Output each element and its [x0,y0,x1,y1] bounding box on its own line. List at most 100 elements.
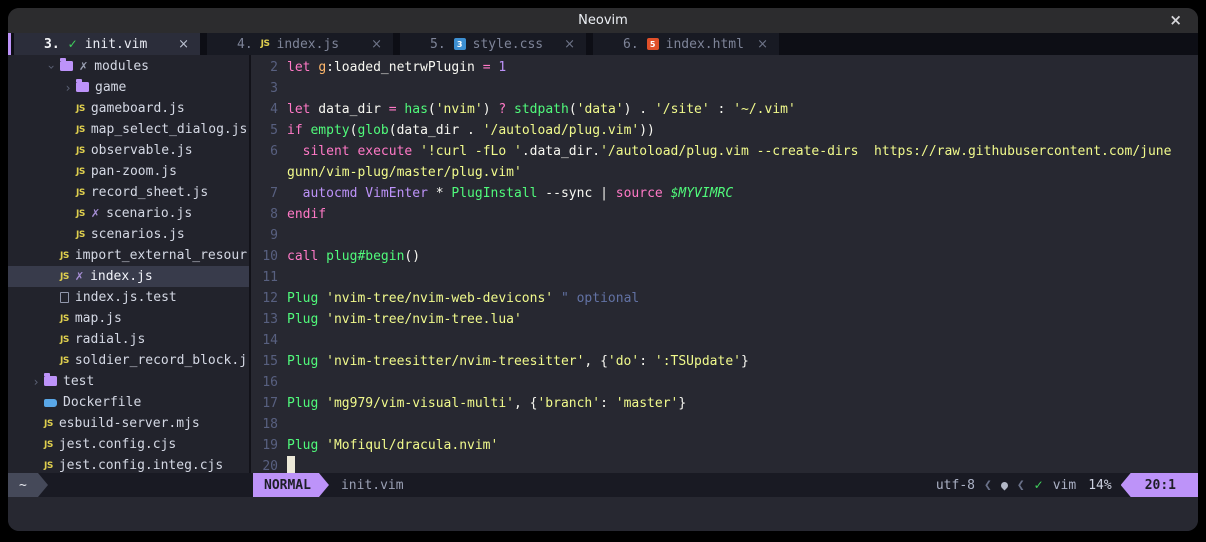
status-bar: ~ NORMAL init.vim utf-8 ❮ ❮ ✓ vim 14% 20… [8,473,1198,497]
javascript-file-icon: JS [76,146,85,156]
tab-close-icon[interactable]: × [564,37,575,52]
javascript-file-icon: JS [60,356,69,366]
tree-item-label: scenario.js [106,206,192,221]
chevron-right-icon[interactable]: › [60,81,76,95]
code-line-20[interactable]: 20 [251,456,1198,473]
tree-status-tilde: ~ [8,473,48,497]
tab-close-icon[interactable]: × [371,37,382,52]
code-line-12[interactable]: 12Plug 'nvim-tree/nvim-web-devicons' " o… [251,288,1198,309]
tree-item-record_sheet.js[interactable]: JSrecord_sheet.js [8,182,249,203]
line-number: 19 [251,435,287,456]
tree-item-label: modules [94,59,149,74]
code-line-19[interactable]: 19Plug 'Mofiqul/dracula.nvim' [251,435,1198,456]
tab-index.js[interactable]: 4.JSindex.js× [207,33,393,55]
code-editor[interactable]: 2let g:loaded_netrwPlugin = 134let data_… [251,55,1198,473]
code-line-18[interactable]: 18 [251,414,1198,435]
tree-item-test[interactable]: ›test [8,371,249,392]
code-text [287,267,1198,288]
tree-item-Dockerfile[interactable]: Dockerfile [8,392,249,413]
javascript-file-icon: JS [76,125,85,135]
statusline-filename: init.vim [341,473,404,497]
code-text [287,225,1198,246]
chevron-right-icon[interactable]: › [28,375,44,389]
code-line-2[interactable]: 2let g:loaded_netrwPlugin = 1 [251,57,1198,78]
code-text: Plug 'Mofiqul/dracula.nvim' [287,435,1198,456]
tab-close-icon[interactable]: × [757,37,768,52]
tree-item-scenario.js[interactable]: JS✗scenario.js [8,203,249,224]
tab-number: 6. [623,37,639,52]
tree-item-pan-zoom.js[interactable]: JSpan-zoom.js [8,161,249,182]
code-line-wrap[interactable]: gunn/vim-plug/master/plug.vim' [251,162,1198,183]
code-line-3[interactable]: 3 [251,78,1198,99]
command-line-area[interactable] [8,497,1198,531]
code-text [287,372,1198,393]
tree-item-map.js[interactable]: JSmap.js [8,308,249,329]
code-text: call plug#begin() [287,246,1198,267]
line-number: 13 [251,309,287,330]
tree-item-label: radial.js [75,332,145,347]
window-close-icon[interactable]: × [1169,8,1182,33]
tree-item-import_external_resour[interactable]: JSimport_external_resour [8,245,249,266]
tree-item-label: map_select_dialog.js [91,122,248,137]
tree-item-gameboard.js[interactable]: JSgameboard.js [8,98,249,119]
tree-item-index.js[interactable]: JS✗index.js [8,266,249,287]
line-number: 18 [251,414,287,435]
tree-item-index.js.test[interactable]: index.js.test [8,287,249,308]
folder-icon [44,377,57,386]
line-number: 15 [251,351,287,372]
javascript-file-icon: JS [76,167,85,177]
code-line-9[interactable]: 9 [251,225,1198,246]
code-line-8[interactable]: 8endif [251,204,1198,225]
code-text: gunn/vim-plug/master/plug.vim' [287,162,1198,183]
code-line-14[interactable]: 14 [251,330,1198,351]
tree-item-scenarios.js[interactable]: JS scenarios.js [8,224,249,245]
cursor-block [287,456,295,473]
tree-item-label: index.js.test [75,290,177,305]
line-number: 3 [251,78,287,99]
code-text: let data_dir = has('nvim') ? stdpath('da… [287,99,1198,120]
line-number: 6 [251,141,287,162]
tab-style.css[interactable]: 5.3style.css× [400,33,586,55]
code-line-15[interactable]: 15Plug 'nvim-treesitter/nvim-treesitter'… [251,351,1198,372]
tree-item-modules[interactable]: ›✗modules [8,56,249,77]
tree-item-label: map.js [75,311,122,326]
tab-index.html[interactable]: 6.5index.html× [593,33,779,55]
encoding-label: utf-8 [936,478,975,493]
javascript-file-icon: JS [76,230,85,240]
tree-item-label: esbuild-server.mjs [59,416,200,431]
git-changed-icon: ✗ [75,270,84,283]
tree-item-label: index.js [90,269,153,284]
tree-item-jest.config.cjs[interactable]: JSjest.config.cjs [8,434,249,455]
code-line-7[interactable]: 7 autocmd VimEnter * PlugInstall --sync … [251,183,1198,204]
code-line-10[interactable]: 10call plug#begin() [251,246,1198,267]
statusline-right: utf-8 ❮ ❮ ✓ vim 14% [936,473,1112,497]
tab-number: 5. [430,37,446,52]
tree-item-radial.js[interactable]: JSradial.js [8,329,249,350]
tree-item-label: scenarios.js [91,227,185,242]
javascript-file-icon: JS [76,188,85,198]
tree-item-soldier_record_block.j[interactable]: JSsoldier_record_block.j [8,350,249,371]
tree-item-map_select_dialog.js[interactable]: JS map_select_dialog.js [8,119,249,140]
code-line-11[interactable]: 11 [251,267,1198,288]
tree-item-jest.config.integ.cjs[interactable]: JSjest.config.integ.cjs [8,455,249,473]
code-text: Plug 'nvim-tree/nvim-tree.lua' [287,309,1198,330]
tree-item-label: jest.config.integ.cjs [59,458,223,473]
tree-item-esbuild-server.mjs[interactable]: JSesbuild-server.mjs [8,413,249,434]
line-number: 5 [251,120,287,141]
code-line-4[interactable]: 4let data_dir = has('nvim') ? stdpath('d… [251,99,1198,120]
code-line-6[interactable]: 6 silent execute '!curl -fLo '.data_dir.… [251,141,1198,162]
tab-init.vim[interactable]: 3.✓init.vim× [14,33,200,55]
tree-item-observable.js[interactable]: JSobservable.js [8,140,249,161]
line-number: 11 [251,267,287,288]
code-line-13[interactable]: 13Plug 'nvim-tree/nvim-tree.lua' [251,309,1198,330]
code-text: Plug 'nvim-tree/nvim-web-devicons' " opt… [287,288,1198,309]
chevron-down-icon[interactable]: › [44,60,60,74]
code-text [287,78,1198,99]
code-line-5[interactable]: 5if empty(glob(data_dir . '/autoload/plu… [251,120,1198,141]
tab-close-icon[interactable]: × [178,37,189,52]
code-text [287,456,1198,473]
docker-file-icon [44,398,57,407]
code-line-16[interactable]: 16 [251,372,1198,393]
tree-item-game[interactable]: ›game [8,77,249,98]
code-line-17[interactable]: 17Plug 'mg979/vim-visual-multi', {'branc… [251,393,1198,414]
